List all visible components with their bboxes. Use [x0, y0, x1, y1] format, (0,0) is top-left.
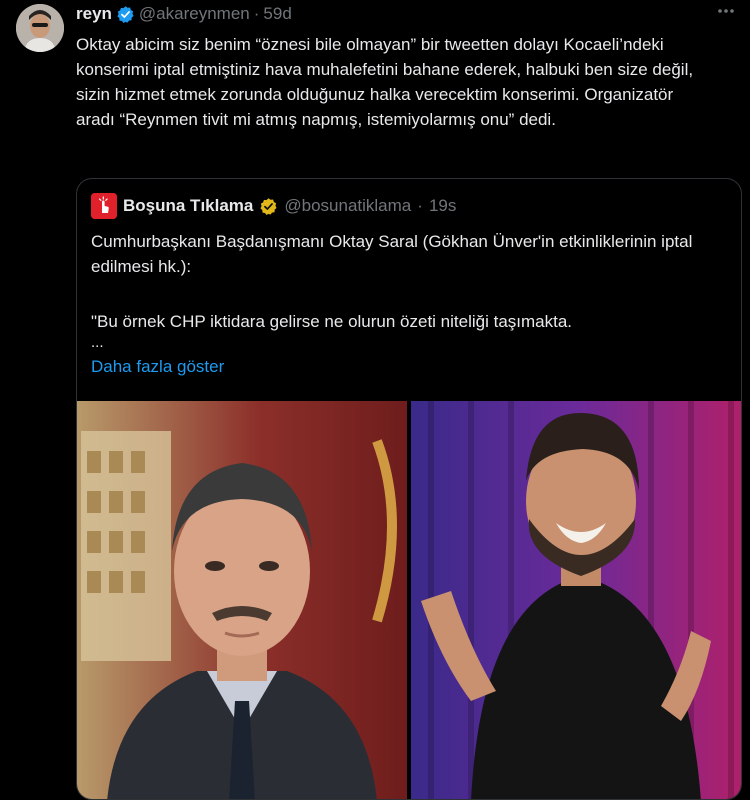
separator-dot: · [253, 4, 260, 23]
display-name[interactable]: reyn [76, 4, 112, 24]
tweet-header: reyn @akareynmen · 59d [76, 4, 292, 24]
show-more-link[interactable]: Daha fazla göster [91, 357, 224, 377]
quoted-timestamp[interactable]: 19s [429, 196, 456, 216]
quoted-paragraph-2: "Bu örnek CHP iktidara gelirse ne olurun… [91, 312, 573, 331]
quoted-tweet-text: Cumhurbaşkanı Başdanışmanı Oktay Saral (… [91, 229, 721, 350]
quoted-tweet[interactable]: Boşuna Tıklama @bosunatiklama · 19s Cumh… [76, 178, 742, 800]
photo-right[interactable] [410, 401, 741, 799]
quoted-handle[interactable]: @bosunatiklama [284, 196, 411, 216]
quoted-paragraph-1: Cumhurbaşkanı Başdanışmanı Oktay Saral (… [91, 232, 693, 276]
quoted-tweet-header: Boşuna Tıklama @bosunatiklama · 19s [91, 193, 456, 219]
tweet-text: Oktay abicim siz benim “öznesi bile olma… [76, 35, 694, 129]
quoted-display-name[interactable]: Boşuna Tıklama [123, 196, 253, 216]
cursor-hand-icon [91, 193, 117, 219]
quoted-media[interactable] [77, 401, 741, 799]
ellipsis-icon[interactable] [714, 2, 738, 22]
handle[interactable]: @akareynmen [139, 4, 250, 24]
photo-left[interactable] [77, 401, 408, 799]
quoted-separator-dot: · [417, 196, 423, 215]
verified-badge-icon [117, 5, 134, 23]
gold-verified-badge-icon [260, 197, 277, 215]
quoted-ellipsis: ... [91, 334, 104, 351]
avatar[interactable] [16, 4, 64, 52]
quoted-avatar [91, 193, 117, 219]
timestamp[interactable]: 59d [263, 4, 291, 24]
